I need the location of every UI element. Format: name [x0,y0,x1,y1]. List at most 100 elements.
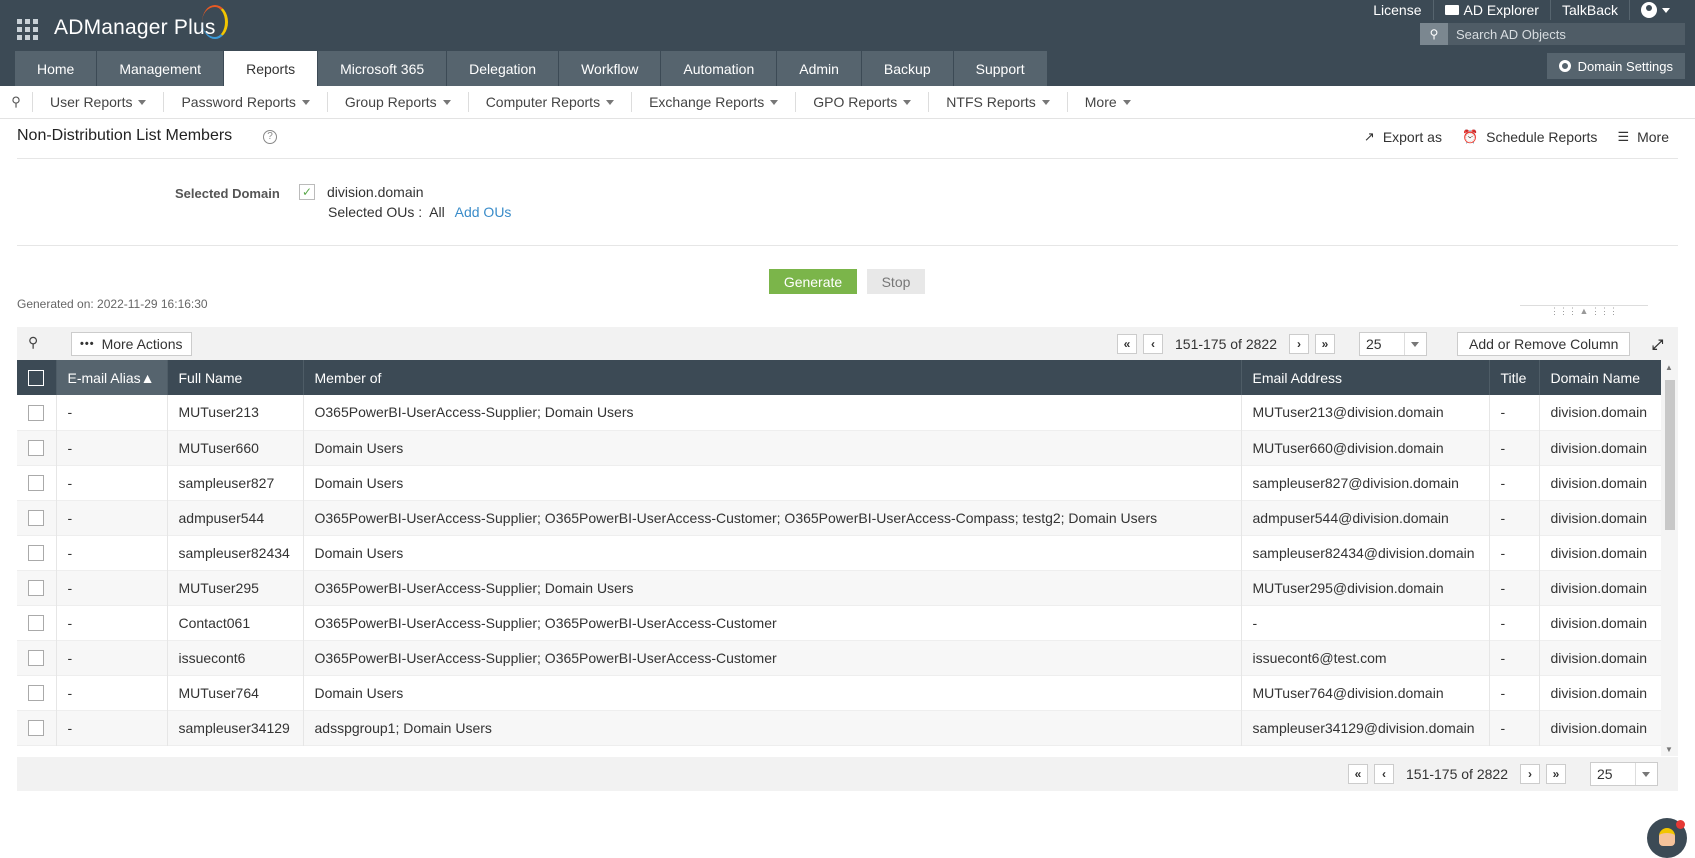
talkback-link[interactable]: TalkBack [1549,0,1629,20]
row-checkbox[interactable] [28,404,44,421]
col-domain-name[interactable]: Domain Name [1539,360,1661,395]
col-title[interactable]: Title [1489,360,1540,395]
ad-search-input[interactable] [1448,26,1685,42]
tab-reports[interactable]: Reports [224,51,319,86]
fullscreen-icon[interactable]: ⤢ [1652,336,1663,353]
subnav-group-reports[interactable]: Group Reports [326,92,468,112]
chat-assistant-icon[interactable] [1647,818,1687,858]
row-select-cell [17,395,57,430]
scroll-thumb[interactable] [1665,380,1675,530]
col-full-name[interactable]: Full Name [167,360,304,395]
row-checkbox[interactable] [28,615,44,632]
chevron-down-icon [606,99,615,105]
export-as-button[interactable]: ↗ Export as [1364,129,1442,145]
subnav-gpo-reports[interactable]: GPO Reports [795,92,928,112]
row-checkbox[interactable] [28,720,44,737]
tab-microsoft-365[interactable]: Microsoft 365 [318,51,448,86]
tab-automation[interactable]: Automation [661,51,778,86]
domain-checkbox[interactable]: ✓ [299,184,315,200]
col-email-alias[interactable]: E-mail Alias▲ [56,360,168,395]
prev-page-button[interactable]: ‹ [1374,764,1394,784]
table-scrollbar[interactable]: ▲ ▼ [1661,360,1678,756]
app-grid-icon[interactable] [17,19,39,41]
cell-email-alias: - [56,500,168,535]
subnav-ntfs-reports[interactable]: NTFS Reports [928,92,1066,112]
report-search-icon[interactable]: ⚲ [0,94,32,110]
license-link[interactable]: License [1362,0,1432,20]
table-row[interactable]: - sampleuser827 Domain Users sampleuser827@… [17,465,1661,500]
tab-workflow[interactable]: Workflow [559,51,662,86]
stop-button[interactable]: Stop [867,269,925,294]
domain-settings-button[interactable]: Domain Settings [1546,53,1685,79]
table-row[interactable]: - Contact061 O365PowerBI-UserAccess-Suppli… [17,605,1661,640]
add-remove-column-button[interactable]: Add or Remove Column [1457,332,1631,356]
col-member-of[interactable]: Member of [303,360,1242,395]
table-row[interactable]: - admpuser544 O365PowerBI-UserAccess-Suppl… [17,500,1661,535]
table-row[interactable]: - sampleuser34129 adsspgroup1; Domain User… [17,710,1661,745]
ad-explorer-link[interactable]: AD Explorer [1432,0,1550,20]
row-select-cell [17,430,57,465]
scroll-up-icon[interactable]: ▲ [1665,363,1673,372]
row-checkbox[interactable] [28,440,44,457]
last-page-button[interactable]: » [1314,334,1335,354]
subnav-password-reports[interactable]: Password Reports [163,92,326,112]
cell-domain-name: division.domain [1539,430,1661,465]
table-row[interactable]: - MUTuser213 O365PowerBI-UserAccess-Suppli… [17,395,1661,430]
cell-domain-name: division.domain [1539,640,1661,675]
domain-name: division.domain [327,184,424,200]
cell-email-address: MUTuser764@division.domain [1241,675,1490,710]
page-size-select[interactable]: 25 [1358,332,1427,356]
user-menu[interactable] [1629,0,1681,20]
col-email-address[interactable]: Email Address [1241,360,1490,395]
table-row[interactable]: - issuecont6 O365PowerBI-UserAccess-Suppli… [17,640,1661,675]
row-checkbox[interactable] [28,685,44,702]
tab-backup[interactable]: Backup [861,51,954,86]
cell-domain-name: division.domain [1539,675,1661,710]
select-all-checkbox[interactable] [28,370,44,387]
help-icon[interactable]: ? [263,130,277,144]
tab-support[interactable]: Support [953,51,1048,86]
cell-domain-name: division.domain [1539,465,1661,500]
collapse-handle[interactable]: ⋮⋮⋮ ▲ ⋮⋮⋮ [1520,305,1648,317]
search-icon[interactable]: ⚲ [1420,23,1448,45]
cell-email-address: sampleuser827@division.domain [1241,465,1490,500]
table-row[interactable]: - MUTuser660 Domain Users MUTuser660@divisi… [17,430,1661,465]
table-row[interactable]: - MUTuser764 Domain Users MUTuser764@divisi… [17,675,1661,710]
tab-home[interactable]: Home [15,51,98,86]
subnav-exchange-reports[interactable]: Exchange Reports [631,92,795,112]
row-checkbox[interactable] [28,510,44,527]
tab-delegation[interactable]: Delegation [447,51,560,86]
reports-subnav: ⚲ User Reports Password Reports Group Re… [0,86,1695,119]
subnav-user-reports[interactable]: User Reports [32,92,163,112]
table-row[interactable]: - sampleuser82434 Domain Users sampleuser82… [17,535,1661,570]
page-range: 151-175 of 2822 [1406,766,1508,782]
row-checkbox[interactable] [28,580,44,597]
subnav-more[interactable]: More [1066,92,1148,112]
add-ous-link[interactable]: Add OUs [455,204,512,220]
prev-page-button[interactable]: ‹ [1143,334,1163,354]
chevron-down-icon [1662,7,1670,13]
last-page-button[interactable]: » [1545,764,1566,784]
selected-ous: Selected OUs : All Add OUs [328,204,512,220]
first-page-button[interactable]: « [1348,764,1368,784]
scroll-down-icon[interactable]: ▼ [1665,745,1673,754]
cell-email-alias: - [56,465,168,500]
row-checkbox[interactable] [28,650,44,667]
row-checkbox[interactable] [28,545,44,562]
page-size-select[interactable]: 25 [1589,762,1658,786]
more-button[interactable]: ☰ More [1617,129,1669,145]
table-search-icon[interactable]: ⚲ [28,334,38,351]
generate-button[interactable]: Generate [769,269,857,294]
cell-member-of: Domain Users [303,535,1242,570]
next-page-button[interactable]: › [1288,334,1309,354]
first-page-button[interactable]: « [1117,334,1137,354]
schedule-reports-button[interactable]: ⏰ Schedule Reports [1462,129,1597,145]
tab-management[interactable]: Management [97,51,225,86]
more-actions-button[interactable]: ••• More Actions [71,332,192,356]
cell-email-address: issuecont6@test.com [1241,640,1490,675]
tab-admin[interactable]: Admin [777,51,862,86]
table-row[interactable]: - MUTuser295 O365PowerBI-UserAccess-Suppli… [17,570,1661,605]
subnav-computer-reports[interactable]: Computer Reports [467,92,631,112]
next-page-button[interactable]: › [1519,764,1540,784]
row-checkbox[interactable] [28,475,44,492]
